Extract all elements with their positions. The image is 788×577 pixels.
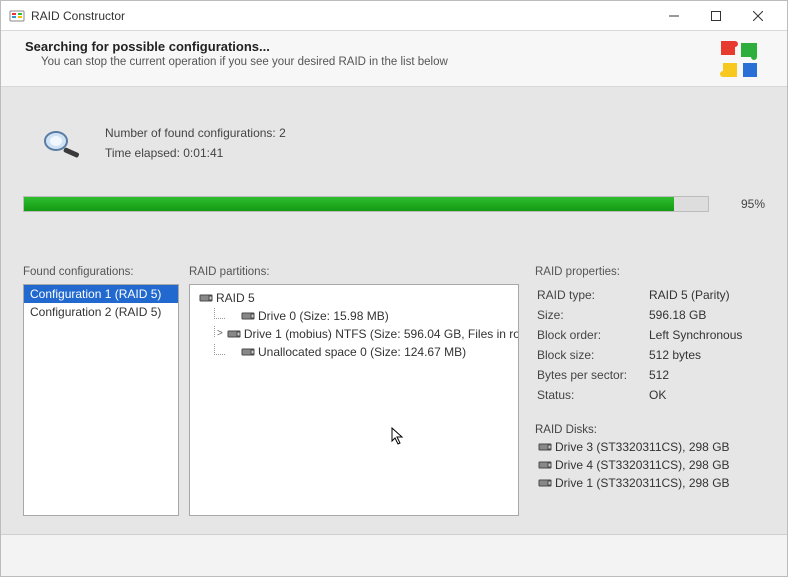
- config-item[interactable]: Configuration 2 (RAID 5): [24, 303, 178, 321]
- tree-root[interactable]: RAID 5: [196, 289, 512, 307]
- tree-item[interactable]: Drive 0 (Size: 15.98 MB): [196, 307, 512, 325]
- found-configs-list[interactable]: Configuration 1 (RAID 5)Configuration 2 …: [23, 284, 179, 516]
- config-item[interactable]: Configuration 1 (RAID 5): [24, 285, 178, 303]
- magnifier-icon: [41, 128, 85, 158]
- app-icon: [9, 8, 25, 24]
- prop-val-status: OK: [649, 386, 763, 404]
- prop-val-bps: 512: [649, 366, 763, 384]
- drive-icon: [538, 460, 552, 470]
- button-row: [1, 534, 787, 576]
- drive-icon: [199, 293, 213, 303]
- progress-bar: [23, 196, 709, 212]
- drive-icon: [241, 311, 255, 321]
- maximize-icon: [711, 11, 721, 21]
- drive-icon: [538, 442, 552, 452]
- prop-key-size: Size:: [537, 306, 647, 324]
- prop-key-bsize: Block size:: [537, 346, 647, 364]
- header-title: Searching for possible configurations...: [25, 39, 719, 54]
- partitions-title: RAID partitions:: [189, 266, 519, 278]
- drive-icon: [538, 478, 552, 488]
- puzzle-icon: [719, 39, 763, 83]
- disk-item: Drive 1 (ST3320311CS), 298 GB: [535, 476, 765, 490]
- prop-val-size: 596.18 GB: [649, 306, 763, 324]
- status-block: Number of found configurations: 2 Time e…: [23, 87, 765, 188]
- prop-key-bps: Bytes per sector:: [537, 366, 647, 384]
- tree-item[interactable]: Unallocated space 0 (Size: 124.67 MB): [196, 343, 512, 361]
- disk-item: Drive 3 (ST3320311CS), 298 GB: [535, 440, 765, 454]
- props-table: RAID type:RAID 5 (Parity) Size:596.18 GB…: [535, 284, 765, 406]
- titlebar: RAID Constructor: [1, 1, 787, 31]
- tree-item[interactable]: >Drive 1 (mobius) NTFS (Size: 596.04 GB,…: [196, 325, 512, 343]
- prop-key-order: Block order:: [537, 326, 647, 344]
- minimize-icon: [669, 11, 679, 21]
- progress-row: 95%: [23, 188, 765, 218]
- drive-icon: [241, 347, 255, 357]
- disk-item: Drive 4 (ST3320311CS), 298 GB: [535, 458, 765, 472]
- prop-key-type: RAID type:: [537, 286, 647, 304]
- disks-title: RAID Disks:: [535, 424, 765, 436]
- prop-val-bsize: 512 bytes: [649, 346, 763, 364]
- close-icon: [753, 11, 763, 21]
- prop-val-type: RAID 5 (Parity): [649, 286, 763, 304]
- disks-list: Drive 3 (ST3320311CS), 298 GB Drive 4 (ST…: [535, 436, 765, 490]
- minimize-button[interactable]: [653, 2, 695, 30]
- progress-percent: 95%: [725, 197, 765, 211]
- progress-fill: [24, 197, 674, 211]
- header: Searching for possible configurations...…: [1, 31, 787, 87]
- found-configs-title: Found configurations:: [23, 266, 179, 278]
- prop-key-status: Status:: [537, 386, 647, 404]
- window-title: RAID Constructor: [31, 9, 653, 23]
- raid-constructor-window: RAID Constructor Searching for possible …: [0, 0, 788, 577]
- maximize-button[interactable]: [695, 2, 737, 30]
- partitions-tree[interactable]: RAID 5Drive 0 (Size: 15.98 MB)>Drive 1 (…: [189, 284, 519, 516]
- prop-val-order: Left Synchronous: [649, 326, 763, 344]
- header-subtitle: You can stop the current operation if yo…: [41, 56, 719, 68]
- found-count-text: Number of found configurations: 2: [105, 123, 286, 143]
- close-button[interactable]: [737, 2, 779, 30]
- props-title: RAID properties:: [535, 266, 765, 278]
- expand-icon[interactable]: >: [217, 325, 223, 343]
- time-elapsed-text: Time elapsed: 0:01:41: [105, 143, 286, 163]
- drive-icon: [227, 329, 241, 339]
- results-columns: Found configurations: Configuration 1 (R…: [23, 266, 765, 516]
